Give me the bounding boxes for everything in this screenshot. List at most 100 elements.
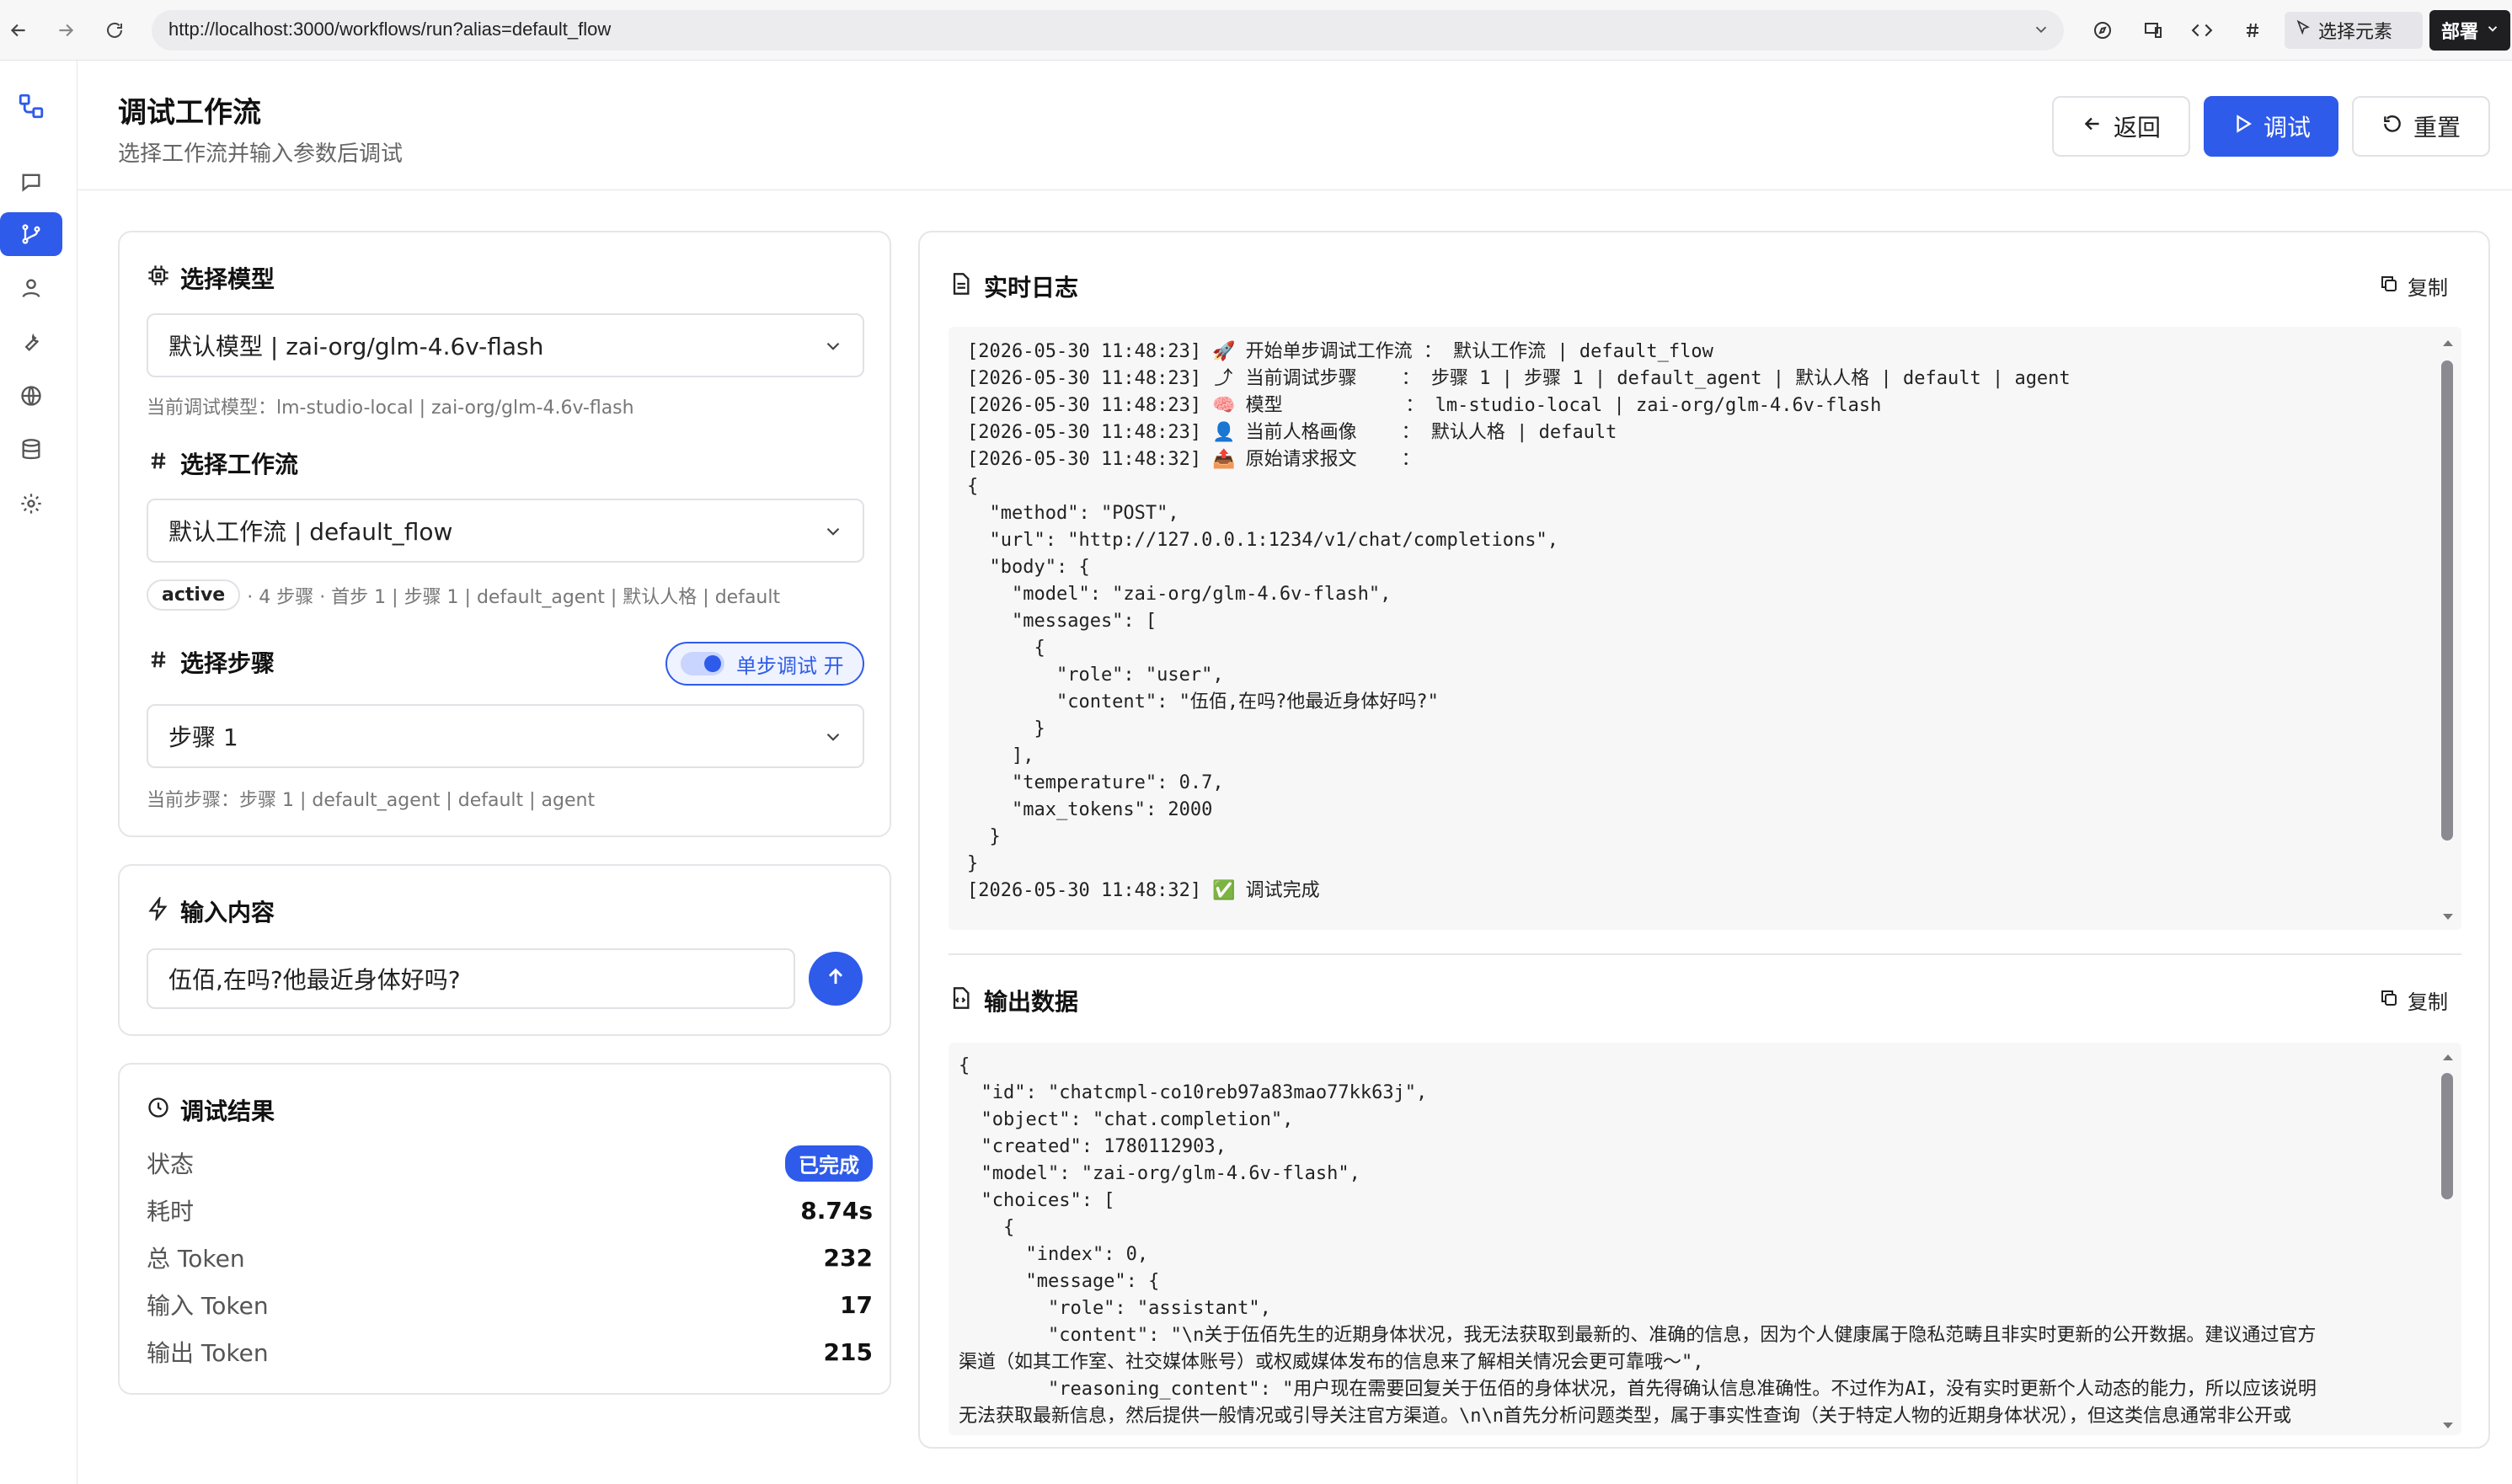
- reload-icon[interactable]: [96, 12, 133, 49]
- wrench-icon[interactable]: [0, 320, 62, 364]
- workflow-select[interactable]: 默认工作流 | default_flow: [147, 499, 864, 563]
- output-box[interactable]: { "id": "chatcmpl-co10reb97a83mao77kk63j…: [949, 1043, 2461, 1435]
- chevron-down-icon: [822, 520, 844, 548]
- model-select[interactable]: 默认模型 | zai-org/glm-4.6v-flash: [147, 313, 864, 377]
- chevron-down-icon[interactable]: [2032, 20, 2050, 42]
- log-json-line: {: [967, 476, 979, 497]
- page-title: 调试工作流: [118, 96, 261, 130]
- single-step-toggle[interactable]: 单步调试 开: [665, 642, 864, 686]
- workflow-meta: active · 4 步骤 · 首步 1 | 步骤 1 | default_ag…: [147, 579, 780, 611]
- database-icon[interactable]: [0, 428, 62, 472]
- hash-icon: [147, 648, 170, 677]
- result-section-title: 调试结果: [147, 1093, 275, 1127]
- log-line-icon: 🚀: [1212, 341, 1236, 362]
- log-json-line: "content": "伍佰,在吗?他最近身体好吗?": [967, 691, 1439, 713]
- result-row-status: 状态 已完成: [147, 1142, 873, 1184]
- forward-arrow-icon[interactable]: [47, 12, 84, 49]
- workflow-logo-icon[interactable]: [0, 84, 62, 128]
- lightning-icon: [147, 894, 170, 926]
- log-json-line: "messages": [: [967, 611, 1157, 632]
- result-row-output-token: 输出 Token 215: [147, 1337, 873, 1368]
- log-line: [2026-05-30 11:48:23] 👤 当前人格画像 ： 默认人格 | …: [967, 419, 2071, 446]
- output-json-line: "id": "chatcmpl-co10reb97a83mao77kk63j",: [959, 1082, 1428, 1103]
- output-json-line: {: [959, 1217, 1015, 1238]
- code-icon[interactable]: [2183, 12, 2221, 49]
- compass-icon[interactable]: [2084, 12, 2121, 49]
- log-line-icon: 👤: [1212, 422, 1236, 443]
- scroll-down-arrow-icon[interactable]: [2441, 1418, 2455, 1434]
- url-text: http://localhost:3000/workflows/run?alia…: [168, 19, 612, 40]
- log-title: 实时日志: [949, 270, 1078, 303]
- log-json-line: "url": "http://127.0.0.1:1234/v1/chat/co…: [967, 530, 1558, 551]
- play-icon: [2231, 113, 2253, 141]
- scroll-up-arrow-icon[interactable]: [2441, 1049, 2455, 1065]
- user-icon[interactable]: [0, 266, 62, 310]
- output-json-line: "created": 1780112903,: [959, 1136, 1227, 1157]
- arrow-up-icon: [824, 965, 847, 992]
- globe-icon[interactable]: [0, 374, 62, 418]
- output-json-line: "role": "assistant",: [959, 1298, 1271, 1319]
- reset-button[interactable]: 重置: [2352, 96, 2490, 157]
- output-json-line: "index": 0,: [959, 1244, 1149, 1265]
- log-json-line: "method": "POST",: [967, 503, 1179, 524]
- send-button[interactable]: [809, 952, 863, 1006]
- log-json-line: }: [967, 826, 1001, 847]
- document-icon: [949, 272, 972, 302]
- result-card: 调试结果 状态 已完成 耗时 8.74s 总 Token 232 输入 Toke…: [118, 1063, 891, 1395]
- arrow-left-icon: [2082, 113, 2103, 141]
- scroll-up-arrow-icon[interactable]: [2441, 335, 2455, 351]
- log-json-line: "body": {: [967, 557, 1090, 578]
- workflow-nav-icon[interactable]: [0, 212, 62, 256]
- deploy-button[interactable]: 部署: [2429, 10, 2510, 51]
- debug-button[interactable]: 调试: [2204, 96, 2338, 157]
- chevron-down-icon: [2485, 20, 2500, 41]
- copy-output-button[interactable]: 复制: [2379, 985, 2448, 1015]
- output-json-line: 无法获取最新信息，然后提供一般情况或引导关注官方渠道。\n\n首先分析问题类型，…: [959, 1406, 2291, 1427]
- cursor-icon: [2295, 19, 2312, 41]
- cpu-icon: [147, 264, 170, 293]
- log-json-line: "temperature": 0.7,: [967, 772, 1224, 793]
- log-line-icon: 🧠: [1212, 395, 1236, 416]
- back-arrow-icon[interactable]: [0, 12, 37, 49]
- file-data-icon: [949, 986, 972, 1016]
- address-bar[interactable]: http://localhost:3000/workflows/run?alia…: [152, 10, 2064, 51]
- gear-icon[interactable]: [0, 482, 62, 526]
- log-line-icon: ⤴: [1214, 368, 1233, 389]
- log-json-line: }: [967, 853, 979, 874]
- step-section-title: 选择步骤: [147, 645, 275, 679]
- log-line: [2026-05-30 11:48:32] 📤 原始请求报文 ：: [967, 446, 2071, 473]
- clock-icon: [147, 1096, 170, 1125]
- output-content: { "id": "chatcmpl-co10reb97a83mao77kk63j…: [959, 1053, 2317, 1430]
- message-input[interactable]: 伍佰,在吗?他最近身体好吗?: [147, 948, 795, 1009]
- hash-icon: [147, 449, 170, 478]
- output-json-line: 渠道（如其工作室、社交媒体账号）或权威媒体发布的信息来了解相关情况会更可靠哦～"…: [959, 1352, 1704, 1373]
- copy-log-button[interactable]: 复制: [2379, 271, 2448, 301]
- model-hint: 当前调试模型：lm-studio-local | zai-org/glm-4.6…: [147, 398, 634, 419]
- result-row-total-token: 总 Token 232: [147, 1243, 873, 1273]
- log-json-line: {: [967, 638, 1045, 659]
- log-json-line: ],: [967, 745, 1034, 766]
- toggle-switch: [681, 652, 724, 675]
- output-json-line: "object": "chat.completion",: [959, 1109, 1294, 1130]
- log-content: [2026-05-30 11:48:23] 🚀 开始单步调试工作流 ： 默认工作…: [967, 339, 2071, 905]
- log-line-icon: 📤: [1212, 449, 1236, 470]
- output-json-line: {: [959, 1055, 970, 1076]
- scrollbar-thumb[interactable]: [2441, 360, 2453, 841]
- chat-icon[interactable]: [0, 160, 62, 204]
- back-button[interactable]: 返回: [2052, 96, 2190, 157]
- hash-icon[interactable]: [2234, 12, 2271, 49]
- log-line: [2026-05-30 11:48:23] 🚀 开始单步调试工作流 ： 默认工作…: [967, 339, 2071, 366]
- log-json-line: "max_tokens": 2000: [967, 799, 1213, 820]
- copy-icon: [2379, 274, 2399, 299]
- result-row-duration: 耗时 8.74s: [147, 1196, 873, 1226]
- device-icon[interactable]: [2135, 12, 2172, 49]
- log-json-line: "model": "zai-org/glm-4.6v-flash",: [967, 584, 1392, 605]
- select-element-button[interactable]: 选择元素: [2285, 12, 2423, 49]
- input-card: 输入内容 伍佰,在吗?他最近身体好吗?: [118, 864, 891, 1036]
- workflow-section-title: 选择工作流: [147, 446, 298, 480]
- output-json-line: "message": {: [959, 1271, 1160, 1292]
- log-box[interactable]: [2026-05-30 11:48:23] 🚀 开始单步调试工作流 ： 默认工作…: [949, 327, 2461, 930]
- scroll-down-arrow-icon[interactable]: [2441, 910, 2455, 926]
- scrollbar-thumb[interactable]: [2441, 1073, 2453, 1199]
- step-select[interactable]: 步骤 1: [147, 704, 864, 768]
